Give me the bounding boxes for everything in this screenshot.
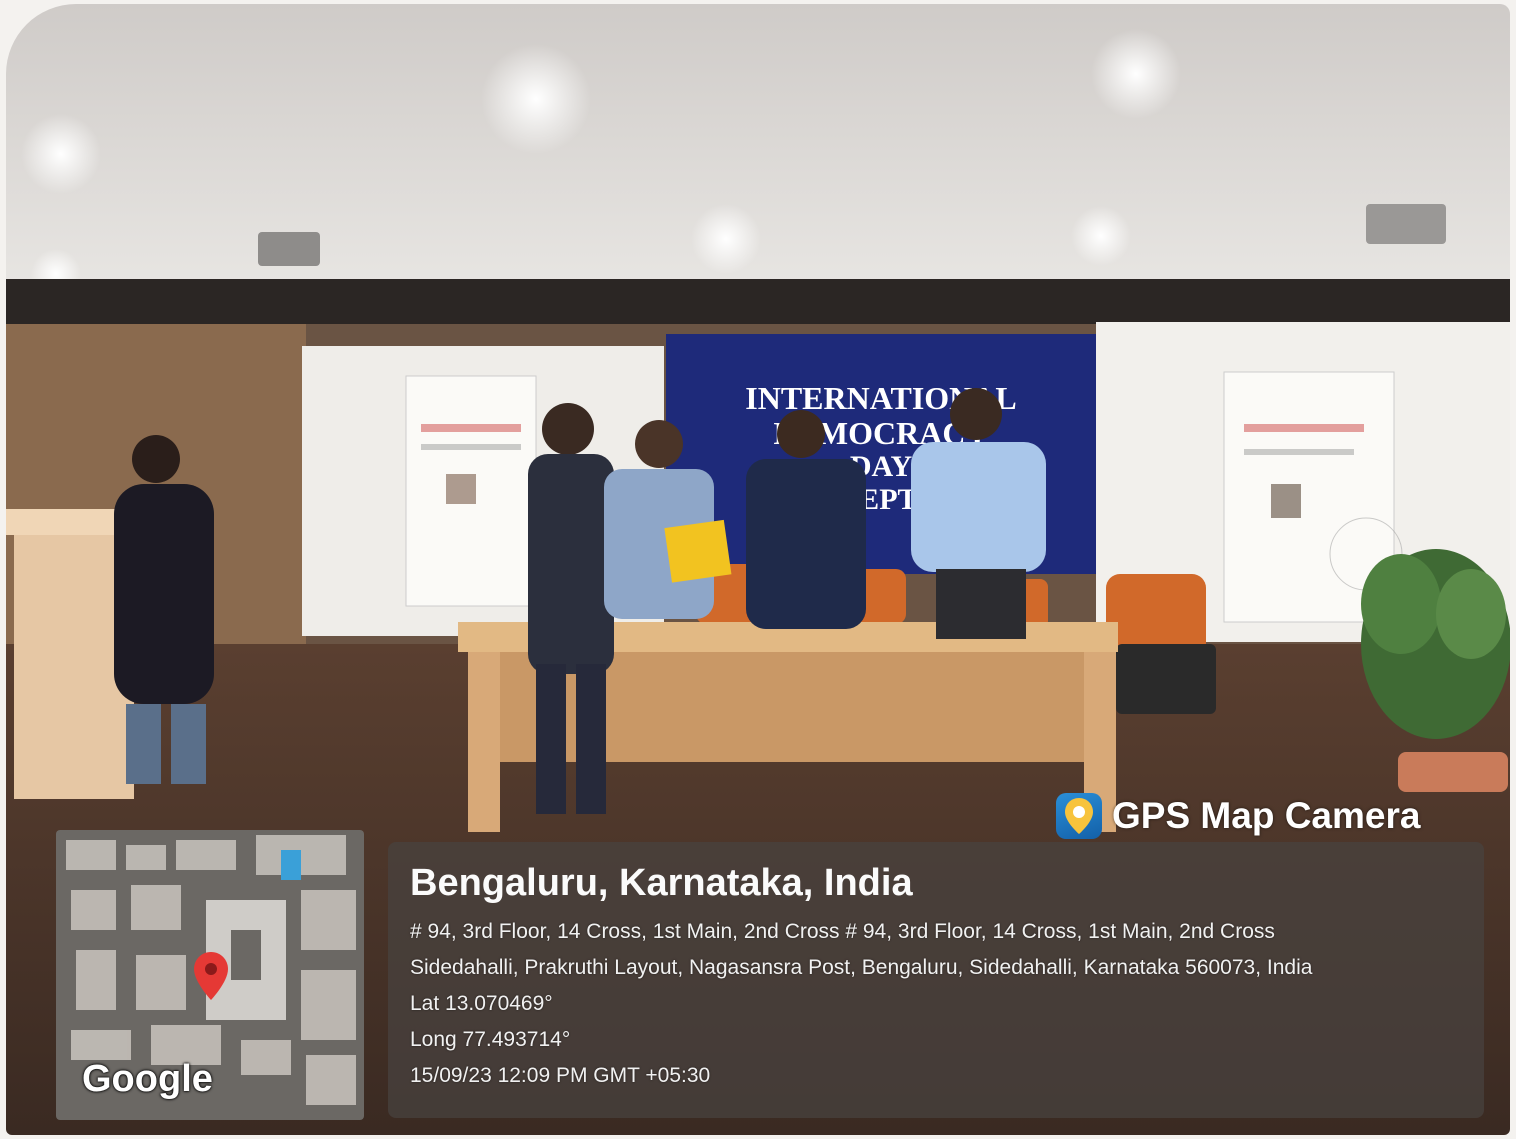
location-title: Bengaluru, Karnataka, India: [410, 862, 913, 904]
certificate: [664, 519, 732, 583]
event-photo: INTERNATIONAL DEMOCRACY DAY SEPT 2 Googl…: [6, 4, 1510, 1135]
table-leg-left: [468, 652, 500, 832]
latitude: Lat 13.070469°: [410, 992, 553, 1015]
address-line-1: # 94, 3rd Floor, 14 Cross, 1st Main, 2nd…: [410, 920, 1275, 943]
projector-right: [1366, 204, 1446, 244]
ceiling-beam: [6, 279, 1510, 329]
map-thumbnail[interactable]: Google: [56, 830, 364, 1120]
longitude: Long 77.493714°: [410, 1028, 571, 1051]
timestamp: 15/09/23 12:09 PM GMT +05:30: [410, 1064, 711, 1087]
address-line-2: Sidedahalli, Prakruthi Layout, Nagasansr…: [410, 956, 1313, 979]
ceiling: [6, 4, 1510, 304]
map-pin-icon: [1056, 793, 1102, 839]
chair-seat: [1116, 644, 1216, 714]
google-logo: Google: [82, 1058, 213, 1100]
location-info-panel: Bengaluru, Karnataka, India # 94, 3rd Fl…: [388, 842, 1484, 1118]
projector-left: [258, 232, 320, 266]
map-marker-icon: [194, 952, 228, 1000]
app-name: GPS Map Camera: [1112, 795, 1421, 836]
gps-map-camera-badge: GPS Map Camera: [1056, 790, 1420, 842]
